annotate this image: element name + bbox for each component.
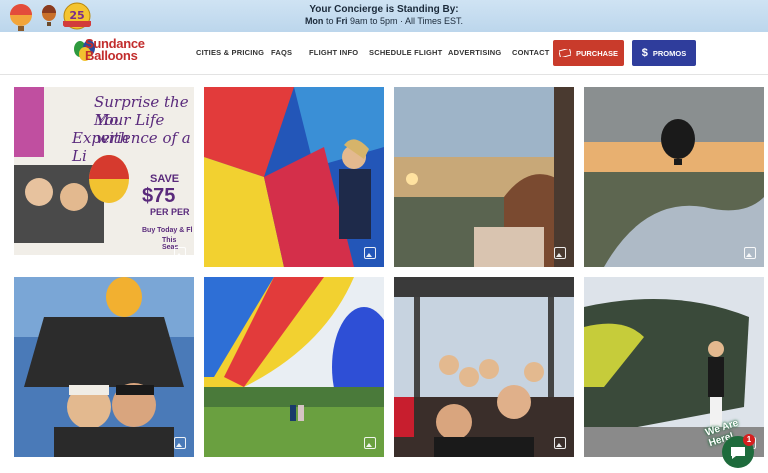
days-to: to: [325, 16, 334, 26]
gallery-tile-group-basket[interactable]: [394, 277, 574, 457]
svg-text:25: 25: [69, 9, 84, 22]
promos-label: PROMOS: [652, 48, 687, 58]
nav-schedule-flight[interactable]: SCHEDULE FLIGHT: [369, 48, 442, 57]
group-basket-image: [394, 277, 574, 457]
chat-notification-badge: 1: [743, 434, 755, 446]
hours-text: 9am to 5pm · All Times EST.: [350, 16, 464, 26]
nav-contact[interactable]: CONTACT: [512, 48, 550, 57]
sunrise-image: [394, 87, 574, 267]
gallery-icon: [364, 437, 376, 449]
woman-balloon-image: [204, 87, 384, 267]
balloon-badge-icon: [10, 4, 32, 31]
dollar-icon: $: [641, 47, 648, 59]
gallery-icon: [174, 247, 186, 259]
concierge-title: Your Concierge is Standing By:: [309, 4, 459, 15]
nav-flight-info[interactable]: FLIGHT INFO: [309, 48, 358, 57]
gallery-tile-lake[interactable]: [584, 87, 764, 267]
gallery-tile-promo[interactable]: Surprise the Mo Your Life with Experienc…: [14, 87, 194, 267]
nav-faqs[interactable]: FAQS: [271, 48, 292, 57]
concierge-hours: Mon to Fri 9am to 5pm · All Times EST.: [250, 15, 518, 27]
logo-text[interactable]: Sundance Balloons: [85, 37, 145, 63]
field-balloons-image: [204, 277, 384, 457]
gallery-tile-sunrise[interactable]: [394, 87, 574, 267]
concierge-banner: Your Concierge is Standing By: Mon to Fr…: [250, 4, 518, 27]
nav-cities-pricing[interactable]: CITIES & PRICING: [196, 48, 264, 57]
promo-save: SAVE: [150, 173, 180, 185]
gallery-icon: [364, 247, 376, 259]
couple-selfie-image: [14, 277, 194, 457]
ticket-icon: [558, 49, 571, 57]
promo-line3: Experience of a Li: [72, 129, 191, 165]
balloon-small-icon: [42, 5, 56, 26]
anniversary-badge-icon: 25: [63, 2, 91, 30]
gallery-tile-field-balloons[interactable]: [204, 277, 384, 457]
promo-per: PER PER: [150, 207, 190, 217]
gallery-icon: [744, 247, 756, 259]
lake-image: [584, 87, 764, 267]
promos-button[interactable]: $ PROMOS: [632, 40, 696, 66]
nav-advertising[interactable]: ADVERTISING: [448, 48, 501, 57]
promo-price: $75: [142, 185, 176, 207]
gallery-icon: [554, 437, 566, 449]
days-start: Mon: [304, 16, 324, 26]
logo-line2: Balloons: [85, 48, 138, 63]
days-end: Fri: [335, 16, 348, 26]
gallery-icon: [174, 437, 186, 449]
gallery-tile-couple-selfie[interactable]: [14, 277, 194, 457]
promo-buy: Buy Today & Fl: [142, 227, 193, 234]
gallery-icon: [554, 247, 566, 259]
purchase-label: PURCHASE: [575, 48, 619, 58]
purchase-button[interactable]: PURCHASE: [553, 40, 624, 66]
gallery-tile-woman-balloon[interactable]: [204, 87, 384, 267]
